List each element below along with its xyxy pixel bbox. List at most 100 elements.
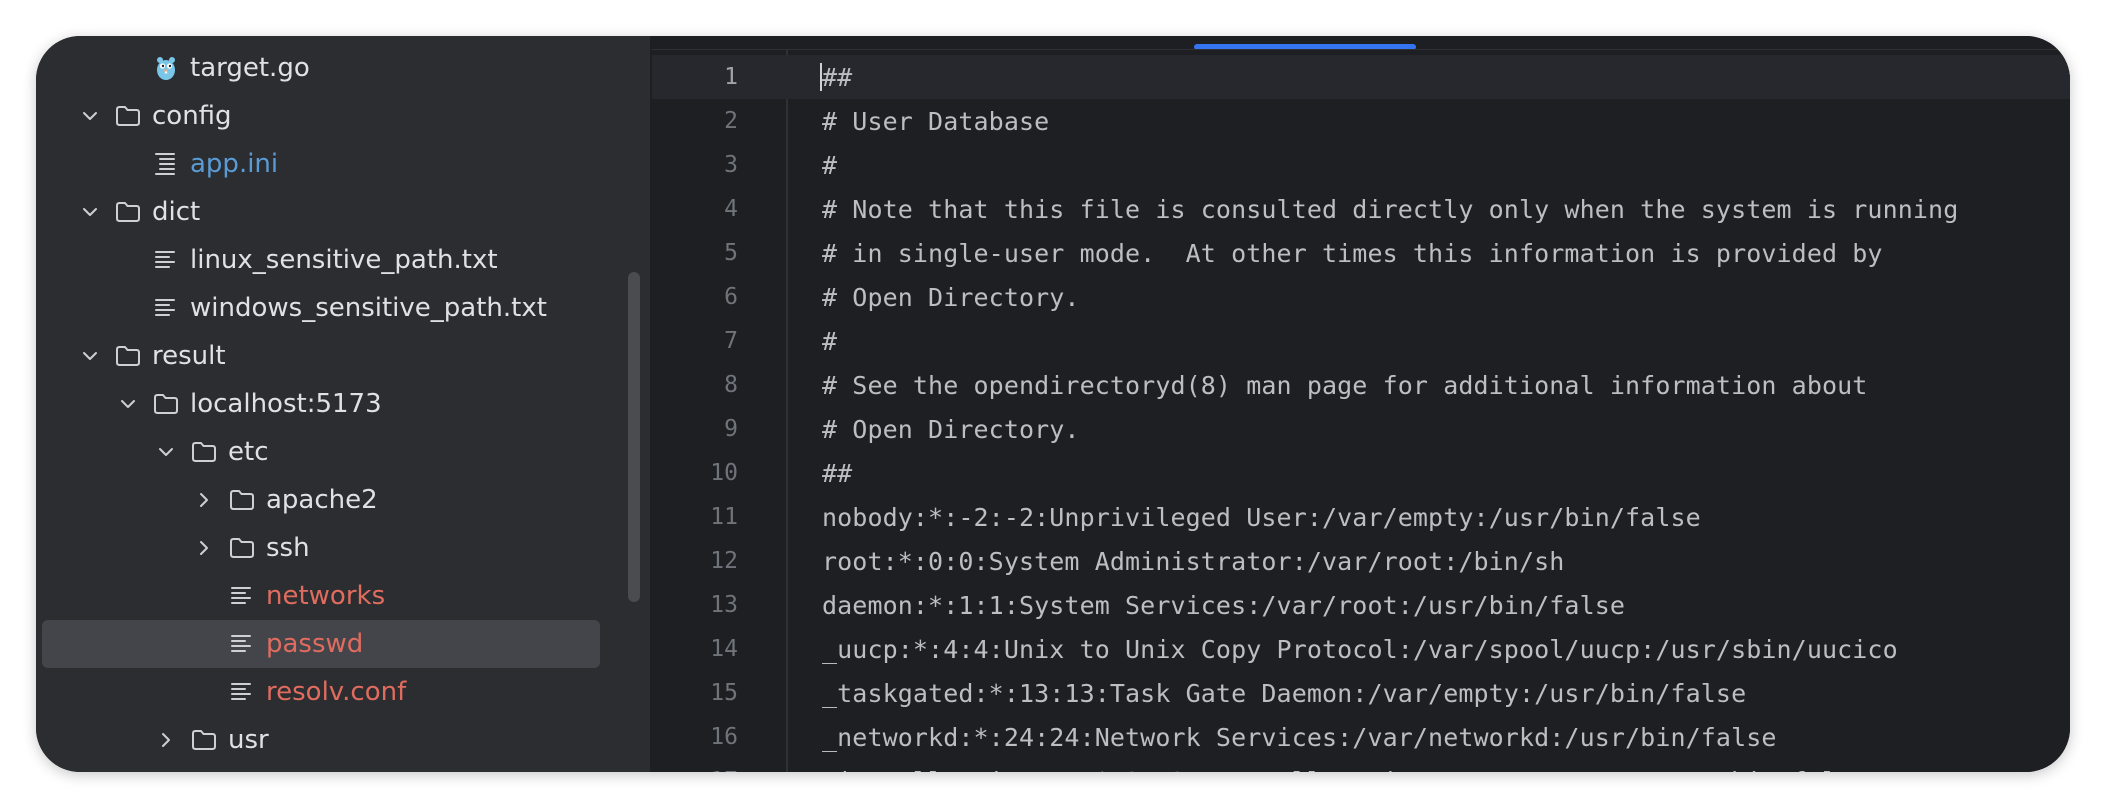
tree-item-app-ini[interactable]: app.ini xyxy=(36,140,650,188)
tree-item-label: resolv.conf xyxy=(266,677,407,707)
project-tree-scrollbar[interactable] xyxy=(628,272,640,602)
line-number: 2 xyxy=(724,108,738,134)
text-file-icon xyxy=(228,630,256,658)
code-text[interactable]: # See the opendirectoryd(8) man page for… xyxy=(822,371,1867,400)
code-text[interactable]: # Note that this file is consulted direc… xyxy=(822,195,1958,224)
chevron-right-icon[interactable] xyxy=(154,728,178,752)
tree-item-usr[interactable]: usr xyxy=(36,716,650,764)
tree-item-result[interactable]: result xyxy=(36,332,650,380)
code-text[interactable]: daemon:*:1:1:System Services:/var/root:/… xyxy=(822,591,1625,620)
tree-item-label: windows_sensitive_path.txt xyxy=(190,293,547,323)
line-number: 10 xyxy=(710,460,738,486)
line-number: 4 xyxy=(724,196,738,222)
tree-item-target-go[interactable]: target.go xyxy=(36,44,650,92)
code-line[interactable]: 12 root:*:0:0:System Administrator:/var/r… xyxy=(652,539,2070,583)
tree-item-localhost-5173[interactable]: localhost:5173 xyxy=(36,380,650,428)
code-text[interactable]: _uucp:*:4:4:Unix to Unix Copy Protocol:/… xyxy=(822,635,1898,664)
code-editor[interactable]: 1 ## 2 # User Database 3 #4 # Note that this f… xyxy=(652,36,2070,772)
tree-item-label: app.ini xyxy=(190,149,279,179)
folder-icon xyxy=(114,198,142,226)
line-number: 9 xyxy=(724,416,738,442)
tree-item-apache2[interactable]: apache2 xyxy=(36,476,650,524)
code-text[interactable]: # in single-user mode. At other times th… xyxy=(822,239,1883,268)
folder-icon xyxy=(114,342,142,370)
chevron-down-icon[interactable] xyxy=(116,392,140,416)
line-number: 8 xyxy=(724,372,738,398)
code-line[interactable]: 14 _uucp:*:4:4:Unix to Unix Copy Protocol… xyxy=(652,627,2070,671)
config-file-icon xyxy=(152,150,180,178)
code-line[interactable]: 6 # Open Directory. xyxy=(652,275,2070,319)
code-text[interactable]: root:*:0:0:System Administrator:/var/roo… xyxy=(822,547,1564,576)
line-number: 3 xyxy=(724,152,738,178)
code-line[interactable]: 9 # Open Directory. xyxy=(652,407,2070,451)
tree-item-config[interactable]: config xyxy=(36,92,650,140)
chevron-down-icon[interactable] xyxy=(78,200,102,224)
code-text[interactable]: nobody:*:-2:-2:Unprivileged User:/var/em… xyxy=(822,503,1701,532)
tree-item-label: usr xyxy=(228,725,269,755)
code-line[interactable]: 5 # in single-user mode. At other times t… xyxy=(652,231,2070,275)
tree-item-label: networks xyxy=(266,581,386,611)
tree-item-label: passwd xyxy=(266,629,364,659)
code-text[interactable]: # xyxy=(822,151,837,180)
code-text[interactable]: # Open Directory. xyxy=(822,415,1080,444)
code-line[interactable]: 16 _networkd:*:24:24:Network Services:/va… xyxy=(652,715,2070,759)
tree-item-ssh[interactable]: ssh xyxy=(36,524,650,572)
code-text[interactable]: # User Database xyxy=(822,107,1049,136)
code-line[interactable]: 2 # User Database xyxy=(652,99,2070,143)
tree-item-label: config xyxy=(152,101,232,131)
tree-item-label: linux_sensitive_path.txt xyxy=(190,245,498,275)
tree-item-networks[interactable]: networks xyxy=(36,572,650,620)
go-file-icon xyxy=(152,54,180,82)
code-text[interactable]: _installassistant:*:25:25:Install Assist… xyxy=(822,767,1867,773)
code-line[interactable]: 1 ## xyxy=(652,55,2070,99)
code-text[interactable]: _networkd:*:24:24:Network Services:/var/… xyxy=(822,723,1777,752)
code-text[interactable]: ## xyxy=(822,459,852,488)
code-line[interactable]: 10 ## xyxy=(652,451,2070,495)
folder-icon xyxy=(228,486,256,514)
code-line[interactable]: 8 # See the opendirectoryd(8) man page fo… xyxy=(652,363,2070,407)
tree-item-linux-sensitive-path-txt[interactable]: linux_sensitive_path.txt xyxy=(36,236,650,284)
folder-icon xyxy=(190,726,218,754)
code-text[interactable]: # Open Directory. xyxy=(822,283,1080,312)
line-number: 6 xyxy=(724,284,738,310)
code-text[interactable]: # xyxy=(822,327,837,356)
tree-item-label: dict xyxy=(152,197,201,227)
line-number: 13 xyxy=(710,592,738,618)
text-file-icon xyxy=(228,678,256,706)
code-line[interactable]: 3 # xyxy=(652,143,2070,187)
tree-item-etc[interactable]: etc xyxy=(36,428,650,476)
tree-item-label: etc xyxy=(228,437,269,467)
chevron-right-icon[interactable] xyxy=(192,488,216,512)
line-number: 7 xyxy=(724,328,738,354)
tree-item-passwd[interactable]: passwd xyxy=(42,620,600,668)
tree-item-windows-sensitive-path-txt[interactable]: windows_sensitive_path.txt xyxy=(36,284,650,332)
chevron-right-icon[interactable] xyxy=(192,536,216,560)
line-number: 17 xyxy=(652,768,738,772)
line-number: 11 xyxy=(710,504,738,530)
code-line[interactable]: 13 daemon:*:1:1:System Services:/var/root… xyxy=(652,583,2070,627)
tree-item-resolv-conf[interactable]: resolv.conf xyxy=(36,668,650,716)
line-number: 15 xyxy=(710,680,738,706)
folder-icon xyxy=(152,390,180,418)
code-line[interactable]: 7 # xyxy=(652,319,2070,363)
code-text[interactable]: ## xyxy=(822,63,852,92)
chevron-down-icon[interactable] xyxy=(78,344,102,368)
chevron-down-icon[interactable] xyxy=(154,440,178,464)
folder-icon xyxy=(190,438,218,466)
code-line[interactable]: 17 _installassistant:*:25:25:Install Assi… xyxy=(652,759,2070,773)
chevron-down-icon[interactable] xyxy=(78,104,102,128)
line-number: 12 xyxy=(710,548,738,574)
code-text[interactable]: _taskgated:*:13:13:Task Gate Daemon:/var… xyxy=(822,679,1746,708)
code-line[interactable]: 11 nobody:*:-2:-2:Unprivileged User:/var/… xyxy=(652,495,2070,539)
tree-item-dict[interactable]: dict xyxy=(36,188,650,236)
tree-item-label: ssh xyxy=(266,533,310,563)
code-line[interactable]: 4 # Note that this file is consulted dire… xyxy=(652,187,2070,231)
line-number: 14 xyxy=(710,636,738,662)
code-line[interactable]: 15 _taskgated:*:13:13:Task Gate Daemon:/v… xyxy=(652,671,2070,715)
